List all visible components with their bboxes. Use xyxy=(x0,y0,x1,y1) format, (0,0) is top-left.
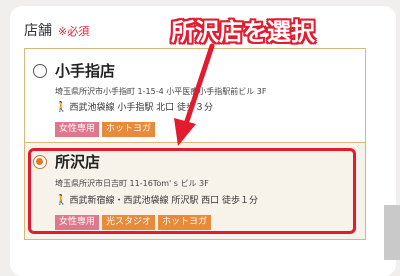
annotation-callout-text: 所沢店を選択 xyxy=(171,18,315,46)
